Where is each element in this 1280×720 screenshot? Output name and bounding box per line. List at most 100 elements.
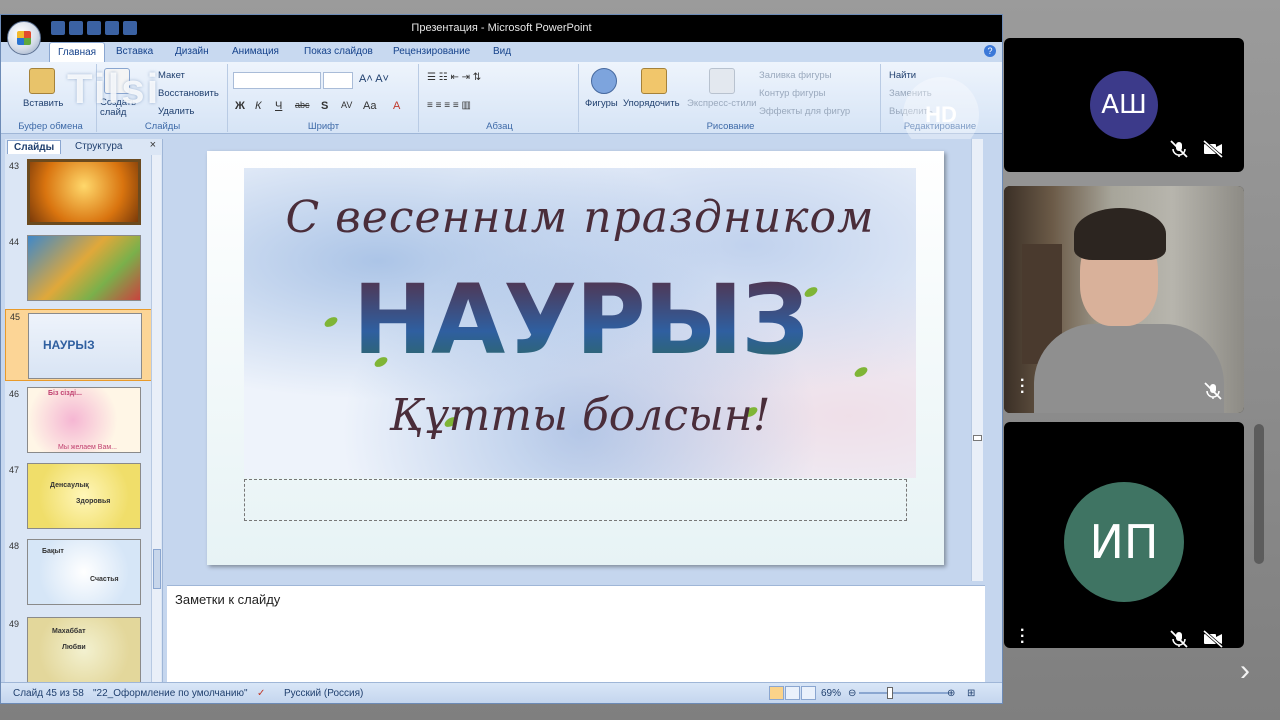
text-placeholder[interactable]	[244, 479, 907, 521]
ribbon: Вставить Буфер обмена Создать слайд Маке…	[1, 62, 1002, 134]
tab-insert[interactable]: Вставка	[110, 45, 159, 58]
font-color-icon[interactable]: A	[393, 100, 400, 112]
bold-icon[interactable]: Ж	[235, 100, 245, 112]
thumb-num: 46	[9, 389, 20, 399]
tab-outline[interactable]: Структура	[69, 140, 128, 153]
new-slide-button[interactable]: Создать слайд	[100, 98, 140, 118]
nauryz-banner-image: С весенним праздником НАУРЫЗ Құтты болсы…	[244, 168, 916, 478]
participant-tile-ash[interactable]: АШ	[1004, 38, 1244, 172]
quick-styles-button[interactable]: Экспресс-стили	[687, 98, 756, 109]
sorter-view-icon[interactable]	[785, 686, 800, 700]
zoom-in-icon[interactable]: ⊕	[947, 688, 955, 699]
camera-off-icon	[1203, 630, 1223, 648]
normal-view-icon[interactable]	[769, 686, 784, 700]
spacing-icon[interactable]: AV	[341, 100, 352, 110]
bullets-icon[interactable]: ☰ ☷ ⇤ ⇥ ⇅	[427, 72, 481, 83]
camera-off-icon	[1203, 140, 1223, 158]
group-label-font: Шрифт	[307, 121, 340, 132]
zoom-slider-knob[interactable]	[887, 687, 893, 699]
group-label-clipboard: Буфер обмена	[18, 121, 83, 132]
thumb-num: 43	[9, 161, 20, 171]
more-options-icon[interactable]: · · ·	[1020, 373, 1025, 401]
spellcheck-icon[interactable]: ✓	[257, 688, 265, 699]
slide-scrollbar[interactable]	[971, 139, 983, 581]
zoom-slider[interactable]	[859, 692, 949, 694]
zoom-level[interactable]: 69%	[821, 688, 841, 699]
slides-scroll-thumb[interactable]	[153, 549, 161, 589]
avatar: АШ	[1090, 71, 1158, 139]
shape-fill-button[interactable]: Заливка фигуры	[759, 70, 832, 81]
current-slide[interactable]: С весенним праздником НАУРЫЗ Құтты болсы…	[207, 151, 944, 565]
thumb-num: 47	[9, 465, 20, 475]
participant-tile-ip[interactable]: ИП · · ·	[1004, 422, 1244, 648]
slides-scrollbar[interactable]	[151, 155, 161, 691]
paste-button[interactable]: Вставить	[23, 98, 63, 109]
thumbnail-43[interactable]: 43	[5, 159, 153, 231]
shapes-icon[interactable]	[591, 68, 617, 94]
paste-icon[interactable]	[29, 68, 55, 94]
thumbnail-45[interactable]: 45 НАУРЫЗ	[5, 309, 153, 381]
thumb-image-love: Махаббат Любви	[27, 617, 141, 683]
zoom-out-icon[interactable]: ⊖	[848, 688, 856, 699]
language[interactable]: Русский (Россия)	[284, 688, 363, 699]
grow-font-icon[interactable]: A˄ A˅	[359, 73, 389, 85]
tab-design[interactable]: Дизайн	[169, 45, 215, 58]
group-label-slides: Слайды	[144, 121, 181, 132]
slideshow-view-icon[interactable]	[801, 686, 816, 700]
notes-pane[interactable]: Заметки к слайду	[167, 585, 985, 689]
strikethrough-icon[interactable]: abc	[295, 100, 310, 110]
thumbnail-47[interactable]: 47 Денсаулық Здоровья	[5, 463, 153, 535]
font-size-select[interactable]	[323, 72, 353, 89]
fit-window-icon[interactable]: ⊞	[967, 688, 975, 699]
find-button[interactable]: Найти	[889, 70, 916, 81]
thumb-title: Бақыт	[42, 548, 64, 555]
thumb-image-happiness: Бақыт Счастья	[27, 539, 141, 605]
tab-review[interactable]: Рецензирование	[387, 45, 476, 58]
tab-slides[interactable]: Слайды	[7, 140, 62, 154]
thumbnail-44[interactable]: 44	[5, 235, 153, 307]
participants-scrollbar[interactable]	[1254, 424, 1264, 564]
thumbnail-49[interactable]: 49 Махаббат Любви	[5, 617, 153, 689]
shadow-icon[interactable]: S	[321, 100, 328, 112]
thumb-title: Біз сізді...	[48, 390, 82, 397]
thumbnail-46[interactable]: 46 Біз сізді... Мы желаем Вам...	[5, 387, 153, 459]
office-button[interactable]	[7, 21, 41, 55]
delete-button[interactable]: Удалить	[158, 106, 194, 117]
close-pane-icon[interactable]: ×	[150, 139, 156, 151]
shapes-button[interactable]: Фигуры	[585, 98, 618, 109]
tab-animation[interactable]: Анимация	[226, 45, 285, 58]
help-icon[interactable]: ?	[984, 45, 996, 57]
group-label-drawing: Рисование	[706, 121, 755, 132]
case-icon[interactable]: Aa	[363, 100, 376, 112]
participant-tile-video[interactable]: · · ·	[1004, 186, 1244, 413]
shape-effects-button[interactable]: Эффекты для фигур	[759, 106, 850, 117]
align-icon[interactable]: ≡ ≡ ≡ ≡ ▥	[427, 100, 471, 111]
tab-home[interactable]: Главная	[49, 42, 106, 62]
window-title: Презентация - Microsoft PowerPoint	[411, 22, 592, 34]
arrange-button[interactable]: Упорядочить	[623, 98, 680, 109]
thumb-image-nauryz: НАУРЫЗ	[28, 313, 142, 379]
italic-icon[interactable]: К	[255, 100, 261, 112]
quick-styles-icon	[709, 68, 735, 94]
layout-button[interactable]: Макет	[158, 70, 185, 81]
group-font: A˄ A˅ Ж К Ч abc S AV Aa A Шрифт	[229, 64, 419, 132]
thumbnail-48[interactable]: 48 Бақыт Счастья	[5, 539, 153, 611]
arrange-icon[interactable]	[641, 68, 667, 94]
chevron-right-icon[interactable]: ›	[1240, 654, 1250, 688]
avatar: ИП	[1064, 482, 1184, 602]
thumb-subtitle: Здоровья	[76, 498, 111, 505]
tab-slideshow[interactable]: Показ слайдов	[298, 45, 379, 58]
slide-scroll-thumb[interactable]	[973, 435, 982, 441]
tab-view[interactable]: Вид	[487, 45, 517, 58]
more-options-icon[interactable]: · · ·	[1020, 623, 1025, 649]
new-slide-icon[interactable]	[104, 68, 130, 94]
reset-button[interactable]: Восстановить	[158, 88, 219, 99]
slide-title: НАУРЫЗ	[244, 264, 916, 376]
shape-outline-button[interactable]: Контур фигуры	[759, 88, 825, 99]
mic-muted-icon	[1170, 630, 1188, 648]
underline-icon[interactable]: Ч	[275, 100, 282, 112]
group-paragraph: ☰ ☷ ⇤ ⇥ ⇅ ≡ ≡ ≡ ≡ ▥ Абзац	[421, 64, 579, 132]
thumb-image-key	[27, 159, 141, 225]
font-name-select[interactable]	[233, 72, 321, 89]
group-label-paragraph: Абзац	[486, 121, 513, 132]
